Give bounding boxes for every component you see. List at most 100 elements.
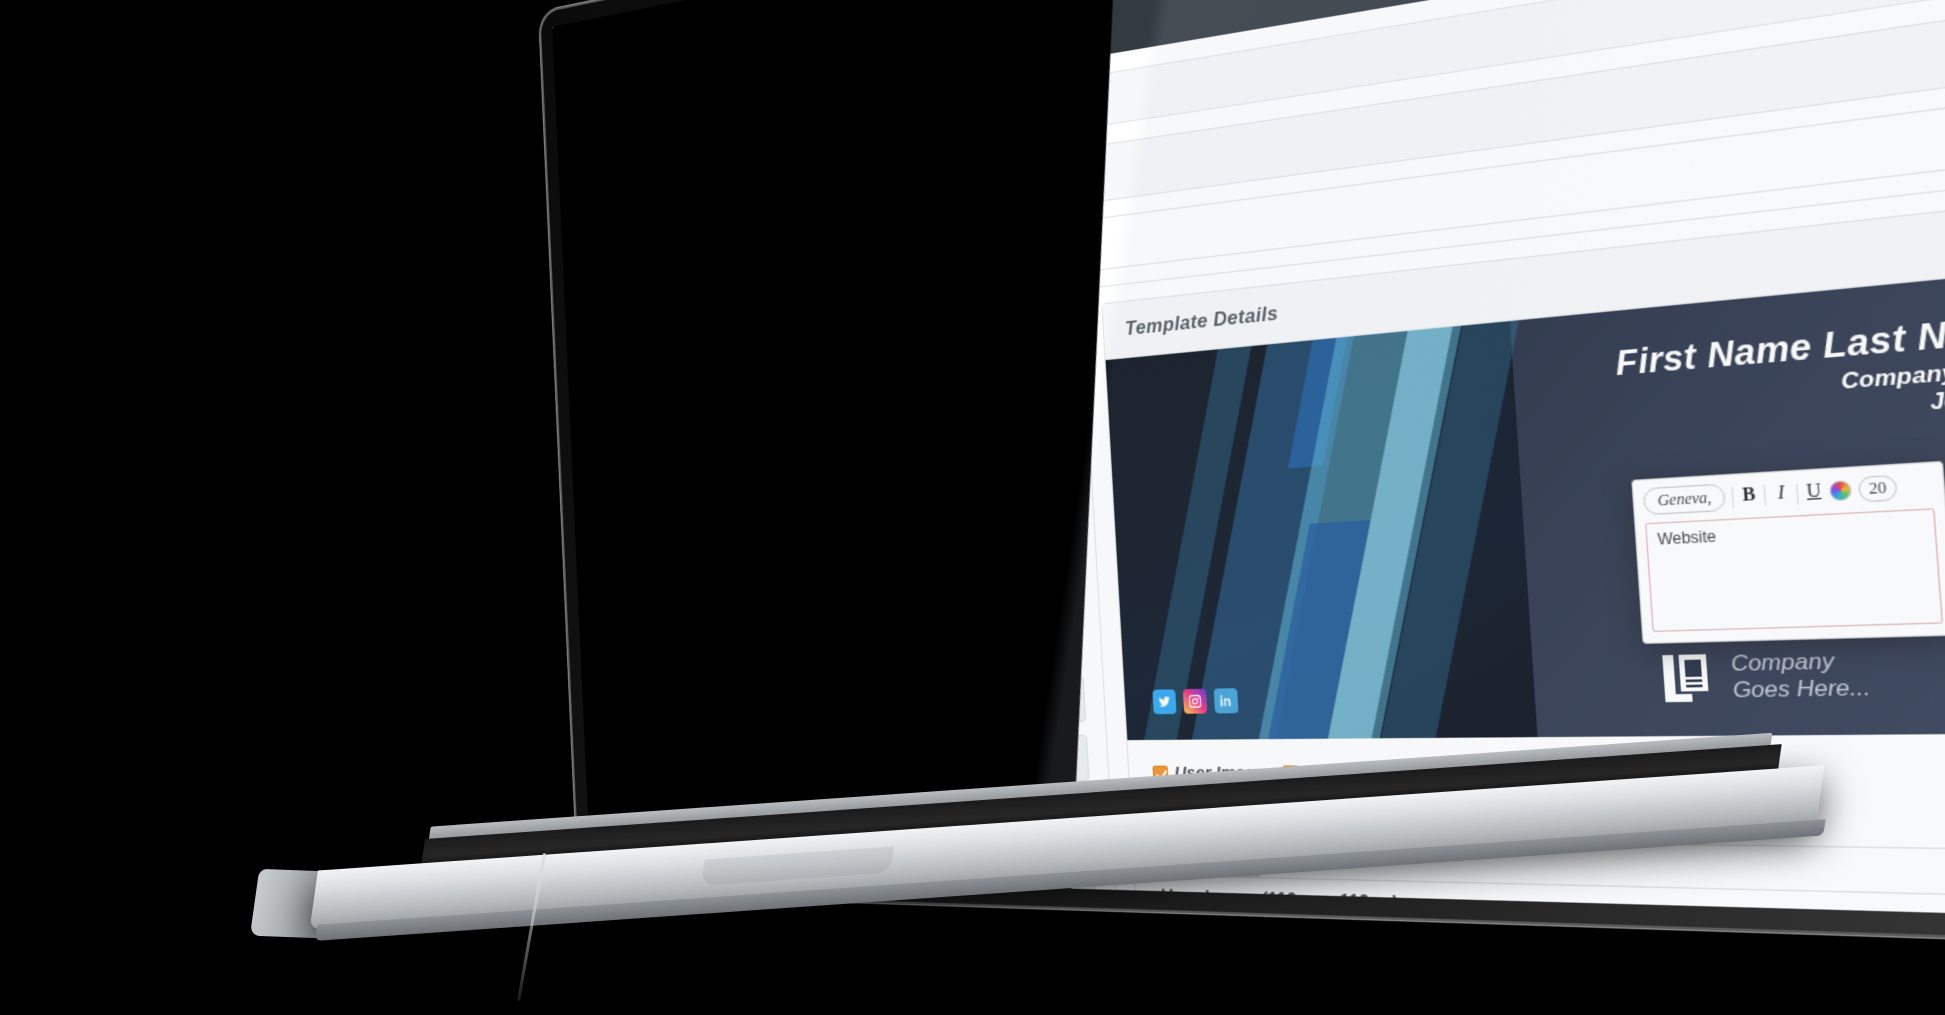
text-field-tag: Direct — [681, 791, 818, 836]
company-logo-icon — [1650, 646, 1720, 710]
user-image-label: User Image — [1174, 763, 1266, 784]
twitter-icon[interactable] — [1152, 689, 1177, 715]
text-field-edit-button[interactable] — [1033, 559, 1080, 607]
logo-option[interactable]: Logo — [1282, 763, 1349, 784]
breadcrumb-select-design[interactable]: Select Design — [827, 118, 927, 152]
text-field-tag: Company Name — [666, 464, 802, 516]
user-image-choose-file-button[interactable]: Choose File — [1158, 918, 1266, 919]
breadcrumb-dashboard[interactable]: Dashboard — [653, 150, 725, 179]
app-window: Logout L-Card Enterprise — [552, 0, 1945, 919]
text-field-label: Department — [704, 695, 775, 715]
font-family-select[interactable]: Geneva, — [1643, 483, 1727, 516]
text-field-checkbox[interactable] — [691, 804, 704, 820]
text-field-label: Toll Free — [711, 857, 764, 877]
text-field-row: Toll Free — [683, 844, 1097, 899]
text-field-tag: Phone — [678, 737, 816, 781]
sidebar-item-settings[interactable] — [571, 446, 633, 525]
text-field-input[interactable] — [799, 446, 1030, 507]
text-field-label: Company Name — [693, 477, 791, 503]
sidebar-item-dashboard[interactable] — [565, 296, 627, 377]
wrench-icon — [591, 469, 614, 502]
text-field-edit-button[interactable] — [1037, 617, 1083, 665]
text-field-checkbox[interactable] — [688, 751, 702, 767]
text-field-edit-button[interactable] — [1053, 909, 1100, 919]
pencil-icon — [1050, 631, 1070, 652]
template-details-panel: Template Details First Name Last Name Co… — [1101, 197, 1945, 919]
text-field-row: Job Title — [673, 617, 1083, 674]
pencil-icon — [1057, 747, 1076, 768]
text-field-checkbox[interactable] — [696, 911, 710, 919]
sidebar-item-reports[interactable] — [575, 521, 638, 599]
logo-label: Logo — [1305, 762, 1350, 784]
breadcrumb-separator-1: / — [730, 148, 736, 167]
text-field-row: Direct — [681, 791, 1093, 840]
laptop-base-left-edge — [249, 868, 331, 939]
font-size-input[interactable]: 20 — [1857, 474, 1898, 503]
text-field-tag: Department — [676, 682, 813, 727]
text-field-edit-button[interactable] — [1043, 734, 1090, 781]
text-field-input[interactable] — [812, 735, 1046, 781]
text-field-edit-button[interactable] — [1027, 443, 1074, 492]
sidebar-item-profile[interactable] — [568, 371, 630, 451]
text-field-edit-button[interactable] — [1046, 793, 1093, 840]
text-field-input[interactable] — [810, 677, 1043, 726]
text-field-tag: Toll Free — [683, 844, 821, 891]
text-field-input[interactable] — [815, 791, 1050, 839]
instagram-icon[interactable] — [1182, 688, 1208, 714]
italic-button[interactable]: I — [1763, 482, 1791, 506]
text-field-row: Department — [676, 676, 1087, 727]
underline-button[interactable]: U — [1795, 481, 1824, 504]
text-field-input[interactable] — [804, 561, 1037, 616]
text-field-checkbox[interactable] — [681, 592, 694, 608]
text-field-input[interactable] — [801, 504, 1034, 562]
main-content: Dashboard / Templates / Select Design / Templa… — [615, 0, 1945, 919]
text-field-row: Phone — [678, 734, 1090, 781]
color-wheel-icon[interactable] — [1828, 479, 1853, 502]
add-text-button[interactable]: Add Text — [663, 410, 761, 459]
text-field-input[interactable] — [818, 847, 1053, 898]
pencil-icon — [1060, 806, 1080, 827]
card-logo-text-line-2: Goes Here... — [1731, 674, 1872, 703]
text-fields-list: Company Name First Name Last Name Job Title… — [666, 443, 1106, 919]
screenshot-stage: Logout L-Card Enterprise — [0, 0, 1945, 1015]
text-field-checkbox[interactable] — [686, 698, 699, 714]
logo-file-row[interactable]: Choose File No file chosen... — [1152, 835, 1945, 899]
text-field-checkbox[interactable] — [683, 645, 697, 661]
text-field-edit-button[interactable] — [1049, 851, 1097, 899]
user-image-checkbox[interactable] — [1152, 765, 1169, 782]
bold-button[interactable]: B — [1731, 484, 1758, 508]
sidebar-item-users[interactable] — [558, 147, 620, 230]
logo-choose-file-button[interactable]: Choose File — [1153, 837, 1261, 878]
breadcrumb-templates[interactable]: Templates — [740, 136, 811, 165]
breadcrumb-current: Template Details — [943, 95, 1064, 134]
pencil-icon — [1053, 689, 1073, 710]
text-field-label: Direct — [709, 803, 745, 822]
card-logo-block[interactable]: Company Goes Here... — [1650, 642, 1871, 710]
text-field-checkbox[interactable] — [676, 486, 689, 502]
image-options-row: User Image Logo — [1147, 742, 1945, 800]
text-field-input[interactable] — [821, 902, 1056, 919]
text-field-row: Last Name — [671, 559, 1080, 622]
user-image-file-row[interactable]: Choose File No file chosen... — [1156, 916, 1945, 919]
user-image-option[interactable]: User Image — [1152, 763, 1266, 784]
breadcrumb-separator-3: / — [932, 115, 938, 136]
chart-icon — [594, 544, 617, 577]
text-editor-popup[interactable]: Geneva, B I U 20 Website — [1631, 460, 1945, 645]
pencil-icon — [1040, 457, 1060, 478]
text-field-edit-button[interactable] — [1040, 676, 1087, 723]
card-social-icons — [1152, 688, 1239, 715]
text-field-edit-button[interactable] — [1030, 501, 1077, 550]
text-field-checkbox[interactable] — [678, 539, 692, 555]
card-logo-text: Company Goes Here... — [1730, 647, 1871, 703]
logo-file-name: No file chosen... — [1272, 849, 1383, 870]
text-field-checkbox[interactable] — [693, 858, 707, 874]
text-field-input[interactable] — [807, 619, 1040, 671]
text-column: TEXT Add Text Company Name First Name Last… — [644, 305, 1129, 919]
text-field-label: Last Name — [699, 587, 764, 609]
pencil-icon — [1044, 515, 1063, 536]
linkedin-icon[interactable] — [1213, 688, 1239, 714]
logo-checkbox[interactable] — [1282, 764, 1300, 782]
sidebar-item-templates[interactable] — [561, 221, 624, 304]
text-editor-textarea[interactable]: Website — [1645, 508, 1944, 633]
text-editor-toolbar: Geneva, B I U 20 — [1643, 471, 1934, 516]
